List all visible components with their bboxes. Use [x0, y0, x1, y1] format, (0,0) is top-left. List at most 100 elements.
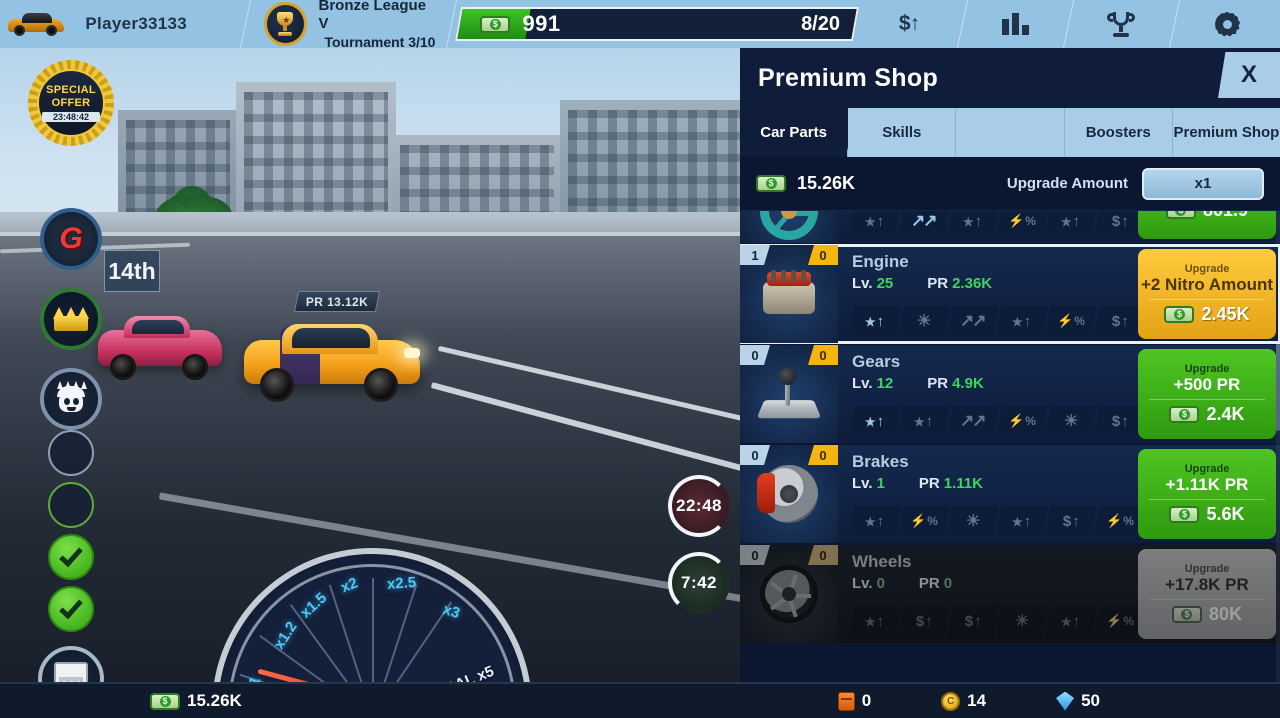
cash-upgrade-icon[interactable]: $↑: [856, 0, 962, 48]
perk-star-up[interactable]: [1045, 211, 1097, 236]
list-item[interactable]: 0 0 Gears Lv. 12 PR 4.9K ★ ↑ ★ ↑ ↗ ↗ ⚡ %…: [740, 345, 1280, 443]
list-item[interactable]: $ 801.9: [740, 211, 1280, 243]
list-item[interactable]: 0 0 Wheels Lv. 0 PR 0 ★ ↑ $ ↑ $ ↑ ☀ ★ ↑ …: [740, 545, 1280, 643]
perk-sun[interactable]: [898, 306, 950, 336]
pr-value: 1.11K: [943, 474, 983, 492]
upgrade-button[interactable]: $ 801.9: [1138, 211, 1276, 239]
bottom-gems-value: 50: [1081, 691, 1100, 710]
part-name: Gears: [852, 352, 901, 371]
perk-star-up[interactable]: [996, 306, 1048, 336]
perk-bolt-pct[interactable]: [898, 506, 950, 536]
bottom-bar: $ 15.26K 0 C 14 50: [0, 682, 1280, 718]
part-level: Lv. 1: [852, 475, 885, 492]
list-item[interactable]: 0 0 Brakes Lv. 1 PR 1.11K ★ ↑ ⚡ % ☀ ★ ↑ …: [740, 445, 1280, 543]
upgrade-label: Upgrade: [1184, 462, 1230, 475]
parts-list[interactable]: $ 801.9 1 0 Engine: [740, 211, 1280, 682]
part-level: Lv. 0: [852, 575, 885, 592]
perk-bolt-pct[interactable]: [996, 406, 1048, 436]
list-item[interactable]: 1 0 Engine Lv. 25 PR 2.36K ★ ↑ ☀ ↗ ↗ ★ ↑…: [740, 244, 1280, 344]
perk-bolt-pct[interactable]: [1045, 306, 1097, 336]
guild-badge-label: G: [59, 222, 83, 255]
perk-star-up[interactable]: [849, 306, 901, 336]
perk-bolt-pct[interactable]: [1094, 606, 1138, 636]
perk-speed[interactable]: [947, 406, 999, 436]
close-icon[interactable]: X: [1218, 52, 1280, 98]
perk-sun[interactable]: [1045, 406, 1097, 436]
perk-star-up[interactable]: [996, 506, 1048, 536]
perk-dollar-up[interactable]: [898, 606, 950, 636]
gear-stick-icon: [756, 366, 822, 422]
perk-star-up[interactable]: [1045, 606, 1097, 636]
pr-value: 0: [943, 574, 953, 592]
tab-car-parts[interactable]: Car Parts: [740, 108, 849, 157]
empty-slot-2[interactable]: [48, 482, 94, 528]
perk-dollar-up[interactable]: [947, 606, 999, 636]
completed-slot-1[interactable]: [48, 534, 94, 580]
tab-premium-shop[interactable]: Premium Shop: [1172, 108, 1280, 157]
upgrade-button[interactable]: Upgrade +500 PR $ 2.4K: [1138, 349, 1276, 439]
money-amount: 991: [522, 11, 561, 36]
car-avatar-icon[interactable]: [0, 0, 71, 48]
page-title: Premium Shop: [758, 63, 939, 92]
perk-sun[interactable]: [947, 506, 999, 536]
empty-slot-1[interactable]: [48, 430, 94, 476]
league-info[interactable]: ★ Bronze League V Tournament 3/10: [246, 0, 451, 52]
money-ratio: 8/20: [801, 12, 840, 35]
settings-gear-icon[interactable]: [1174, 0, 1280, 48]
perk-speed[interactable]: [898, 211, 950, 236]
perk-star-up[interactable]: [849, 211, 901, 236]
upgrade-button[interactable]: Upgrade +17.8K PR $ 80K: [1138, 549, 1276, 639]
perk-bolt-pct[interactable]: [1094, 506, 1138, 536]
perk-star-up[interactable]: [947, 211, 999, 236]
top-bar: Player33133 ★ Bronze League V Tournament…: [0, 0, 1280, 50]
perk-dollar-up[interactable]: [1094, 306, 1138, 336]
shop-tabs: Car Parts Skills Boosters Premium Shop: [740, 108, 1280, 157]
level-value: 12: [876, 374, 894, 392]
upgrade-effect: +17.8K PR: [1165, 574, 1249, 594]
perk-sun[interactable]: [996, 606, 1048, 636]
perk-dollar-up[interactable]: [1094, 406, 1138, 436]
tab-boosters[interactable]: Boosters: [1064, 108, 1173, 157]
bottom-coins[interactable]: C 14: [941, 691, 986, 711]
boost-timer: 7:42: [668, 552, 730, 614]
perk-dollar-up[interactable]: [1045, 506, 1097, 536]
tab-skills[interactable]: Skills: [848, 108, 957, 157]
player-name: Player33133: [85, 14, 188, 33]
game-screen: PR 13.12K Player33133 ★ Bronze League V …: [0, 0, 1280, 718]
skull-badge[interactable]: [40, 368, 102, 430]
perk-star-up[interactable]: [898, 406, 950, 436]
crown-badge[interactable]: [40, 288, 102, 350]
perk-star-up[interactable]: [849, 506, 901, 536]
upgrade-effect: +2 Nitro Amount: [1140, 274, 1274, 294]
part-info: Gears Lv. 12 PR 4.9K: [838, 345, 1138, 443]
perk-star-up[interactable]: [849, 606, 901, 636]
boost-timer-value: 7:42: [680, 573, 718, 592]
perk-dollar-up[interactable]: [1094, 211, 1138, 236]
stats-bars-icon[interactable]: [962, 0, 1068, 48]
bottom-fuel[interactable]: 0: [837, 691, 871, 711]
trophy-icon[interactable]: [1068, 0, 1174, 48]
part-name: Wheels: [852, 552, 912, 571]
perk-star-up[interactable]: [849, 406, 901, 436]
tab-empty[interactable]: [956, 108, 1065, 157]
guild-badge[interactable]: G: [40, 208, 102, 270]
upgrade-button[interactable]: Upgrade +1.11K PR $ 5.6K: [1138, 449, 1276, 539]
top-bar-icons: $↑: [856, 0, 1280, 48]
check-icon: [59, 542, 83, 567]
perk-speed[interactable]: [947, 306, 999, 336]
completed-slot-2[interactable]: [48, 586, 94, 632]
part-count-left: 0: [740, 545, 770, 565]
bottom-cash[interactable]: $ 15.26K: [150, 691, 242, 711]
perk-bolt-pct[interactable]: [996, 211, 1048, 236]
shop-subheader: $ 15.26K Upgrade Amount x1: [740, 157, 1280, 211]
special-offer-badge[interactable]: SPECIAL OFFER 23:48:42: [28, 60, 114, 146]
money-progress-bar[interactable]: $ 991 8/20: [455, 7, 859, 41]
upgrade-button[interactable]: Upgrade +2 Nitro Amount $ 2.45K: [1138, 249, 1276, 339]
level-value: 0: [876, 574, 885, 592]
perk-row: [849, 506, 1138, 536]
part-info: Engine Lv. 25 PR 2.36K: [838, 245, 1138, 343]
bottom-gems[interactable]: 50: [1056, 691, 1100, 711]
level-label: Lv.: [852, 474, 873, 492]
upgrade-amount-selector[interactable]: x1: [1142, 167, 1264, 200]
pr-label: PR: [918, 574, 940, 592]
